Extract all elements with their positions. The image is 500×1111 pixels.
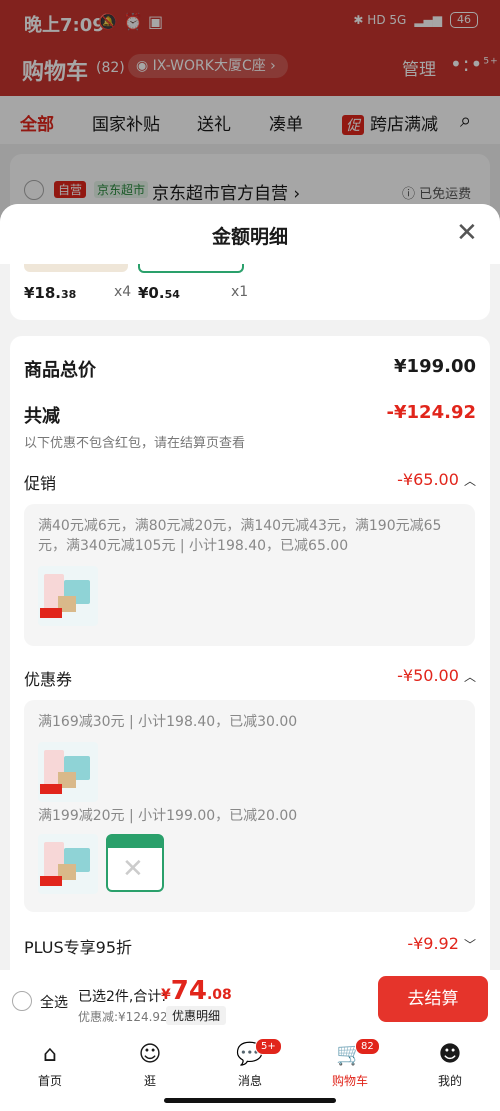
discount-detail-button[interactable]: 优惠明细 xyxy=(166,1006,227,1025)
product-summary: ¥18.38 x4 ¥0.54 x1 xyxy=(10,264,490,320)
total-amount: ¥74.08 xyxy=(161,976,232,1006)
promo-box: 满40元减6元，满80元减20元，满140元减43元，满190元减65元，满34… xyxy=(24,504,475,646)
plus-toggle[interactable]: -¥9.92 ﹀ xyxy=(407,934,476,953)
plus-label: PLUS专享95折 xyxy=(24,938,132,957)
item-price: ¥18.38 xyxy=(24,284,77,302)
coupon-toggle[interactable]: -¥50.00 ︿ xyxy=(397,666,476,685)
coupon-label: 优惠券 xyxy=(24,670,73,689)
select-all-checkbox[interactable] xyxy=(12,991,32,1011)
total-value: ¥199.00 xyxy=(394,356,476,377)
promo-label: 促销 xyxy=(24,474,57,493)
total-label: 商品总价 xyxy=(24,360,96,381)
selected-count: 已选2件,合计: xyxy=(78,989,167,1005)
product-thumbnail[interactable] xyxy=(38,566,98,626)
product-thumbnail[interactable] xyxy=(38,834,98,894)
coupon-value: -¥50.00 xyxy=(397,666,459,685)
reduce-note: 以下优惠不包含红包，请在结算页查看 xyxy=(24,436,246,451)
chevron-up-icon: ︿ xyxy=(463,670,476,684)
discount-amount: 优惠减:¥124.92 xyxy=(78,1010,168,1024)
cart-badge: 82 xyxy=(355,1038,380,1055)
amount-detail-sheet: 金额明细 ✕ ¥18.38 x4 ¥0.54 x1 商品总价 ¥199.00 共… xyxy=(0,204,500,970)
item-price: ¥0.54 xyxy=(138,284,180,302)
product-image[interactable] xyxy=(24,264,128,272)
home-indicator[interactable] xyxy=(164,1098,336,1103)
nav-browse[interactable]: ☺ 逛 xyxy=(115,1040,185,1089)
reduce-label: 共减 xyxy=(24,406,60,427)
nav-messages[interactable]: 💬 5+ 消息 xyxy=(215,1038,285,1089)
home-icon: ⌂ xyxy=(43,1042,57,1067)
amount-detail-card: 商品总价 ¥199.00 共减 -¥124.92 以下优惠不包含红包，请在结算页… xyxy=(10,336,490,970)
nav-home[interactable]: ⌂ 首页 xyxy=(15,1040,85,1089)
nav-cart[interactable]: 🛒 82 购物车 xyxy=(315,1038,385,1089)
checkout-button[interactable]: 去结算 xyxy=(378,976,488,1022)
close-icon[interactable]: ✕ xyxy=(456,218,478,248)
nav-profile[interactable]: ☻ 我的 xyxy=(415,1040,485,1089)
promo-toggle[interactable]: -¥65.00 ︿ xyxy=(397,470,476,489)
chevron-down-icon: ﹀ xyxy=(463,938,476,952)
sheet-header: 金额明细 ✕ xyxy=(0,204,500,264)
product-image[interactable] xyxy=(138,264,244,273)
coupon-box: 满169减30元 | 小计198.40，已减30.00 满199减20元 | 小… xyxy=(24,700,475,912)
checkout-bar: 全选 已选2件,合计: ¥74.08 优惠减:¥124.92 优惠明细 去结算 xyxy=(0,970,500,1032)
plus-value: -¥9.92 xyxy=(407,934,459,953)
item-qty: x1 xyxy=(231,284,249,300)
item-qty: x4 xyxy=(114,284,132,300)
product-thumbnail[interactable]: ✕ xyxy=(106,834,164,892)
chevron-up-icon: ︿ xyxy=(463,474,476,488)
product-thumbnail[interactable] xyxy=(38,742,98,802)
sheet-title: 金额明细 xyxy=(211,226,288,248)
reduce-value: -¥124.92 xyxy=(386,402,476,423)
browse-icon: ☺ xyxy=(138,1042,162,1067)
promo-value: -¥65.00 xyxy=(397,470,459,489)
profile-icon: ☻ xyxy=(438,1042,462,1067)
coupon-text: 满199减20元 | 小计199.00，已减20.00 xyxy=(38,808,298,824)
promo-text: 满40元减6元，满80元减20元，满140元减43元，满190元减65元，满34… xyxy=(38,518,442,554)
coupon-text: 满169减30元 | 小计198.40，已减30.00 xyxy=(38,714,298,730)
message-badge: 5+ xyxy=(255,1038,282,1055)
select-all-label[interactable]: 全选 xyxy=(40,992,68,1012)
